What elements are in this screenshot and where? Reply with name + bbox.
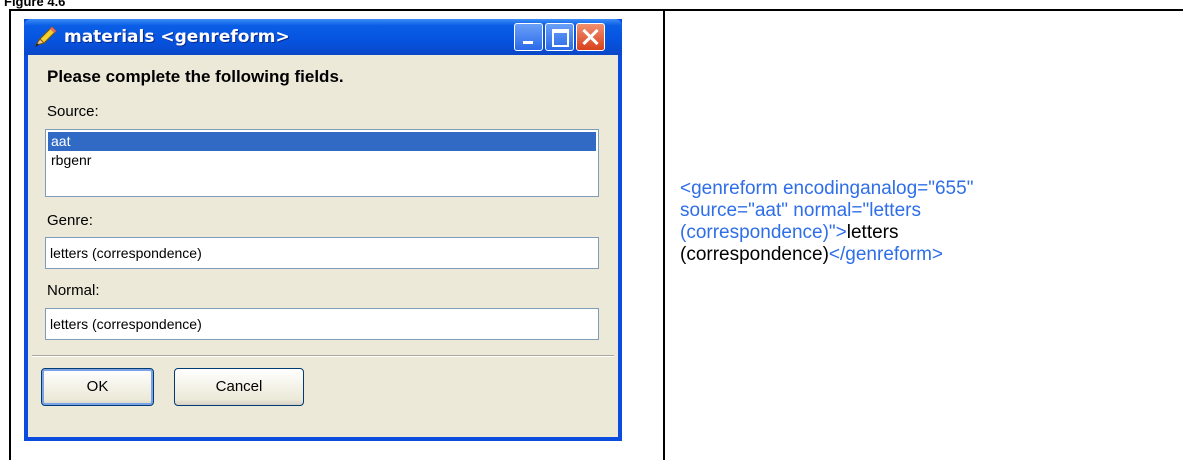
dialog-client-area: Please complete the following fields. So… [28,55,618,437]
minimize-icon[interactable] [514,23,543,51]
source-option-aat[interactable]: aat [48,132,596,151]
source-label: Source: [47,103,99,120]
close-icon[interactable] [576,23,605,51]
materials-genreform-dialog: materials <genreform> Please complete th… [24,19,622,441]
normal-field[interactable]: letters (correspondence) [45,308,599,340]
xml-open-tag-line2: source="aat" normal="letters [680,200,921,221]
xml-open-tag-line3: (correspondence)"> [680,222,847,243]
dialog-titlebar[interactable]: materials <genreform> [24,19,622,55]
table-top-border [9,9,1183,11]
button-separator [32,355,614,357]
xml-output: <genreform encodinganalog="655" source="a… [680,178,1140,266]
normal-label: Normal: [47,282,100,299]
genre-field[interactable]: letters (correspondence) [45,237,599,269]
source-option-rbgenr[interactable]: rbgenr [48,151,596,170]
dialog-instruction: Please complete the following fields. [47,67,344,86]
xml-content-part1: letters [846,222,899,243]
pencil-icon [34,26,57,47]
maximize-icon[interactable] [545,23,574,51]
table-column-divider [663,9,665,460]
figure-caption: Figure 4.6 [4,0,66,9]
xml-open-tag-line1: <genreform encodinganalog="655" [680,178,974,199]
table-left-border [9,9,11,460]
source-listbox[interactable]: aat rbgenr [45,129,599,197]
genre-label: Genre: [47,212,93,229]
ok-button[interactable]: OK [41,368,154,406]
xml-content-part2: (correspondence) [680,244,829,265]
xml-closing-tag: </genreform> [828,244,943,265]
dialog-title: materials <genreform> [64,27,290,47]
cancel-button[interactable]: Cancel [174,368,304,406]
